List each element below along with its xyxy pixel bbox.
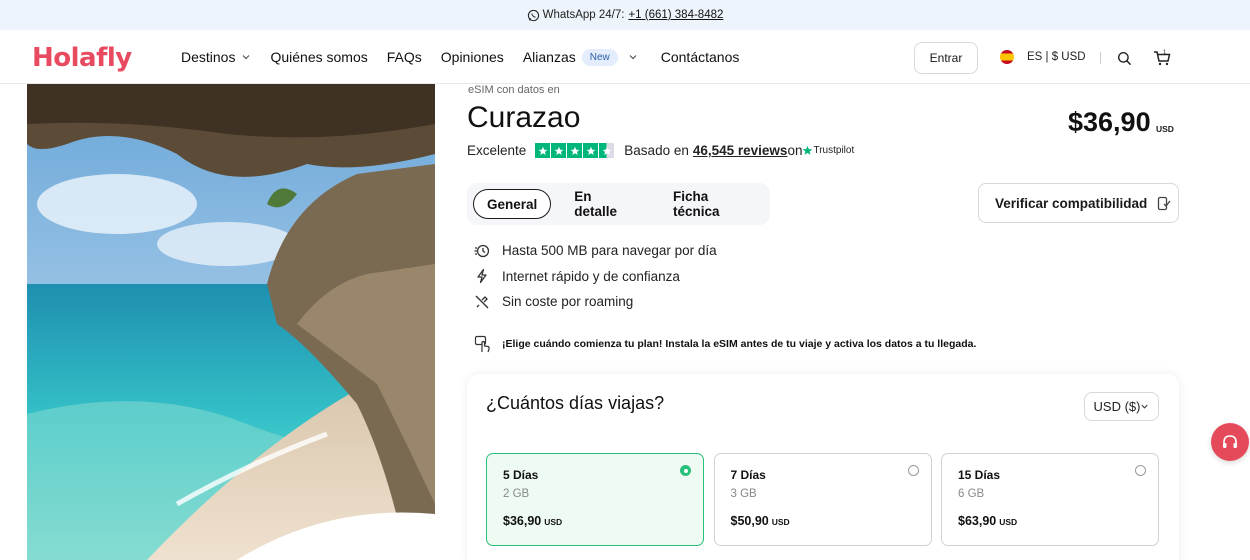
plan-price-currency: USD xyxy=(544,517,563,527)
headset-icon xyxy=(1223,435,1237,448)
currency-select-value: USD ($) xyxy=(1093,399,1141,414)
star-icon xyxy=(583,143,598,158)
nav-label: Alianzas xyxy=(522,49,576,65)
rating-text: Basado en xyxy=(624,143,689,158)
feature-list: Hasta 500 MB para navegar por día Intern… xyxy=(474,238,717,315)
whatsapp-label: WhatsApp 24/7: xyxy=(542,9,625,21)
feature-text: Internet rápido y de confianza xyxy=(502,268,680,284)
promo-bar: WhatsApp 24/7: +1 (661) 384-8482 xyxy=(0,0,1250,30)
language-currency-selector[interactable]: ES | $ USD xyxy=(1000,50,1086,64)
phone-link[interactable]: +1 (661) 384-8482 xyxy=(628,9,723,21)
star-icon xyxy=(551,143,566,158)
plan-option-7-dias[interactable]: 7 Días 3 GB $50,90 USD xyxy=(713,453,932,546)
trustpilot-label: Trustpilot xyxy=(813,145,855,156)
main-navigation: Holafly Destinos Quiénes somos FAQs Opin… xyxy=(0,30,1250,84)
product-price: $36,90 xyxy=(1068,107,1151,137)
trustpilot-rating: Excelente Basado en 46,545 reviews on Tr… xyxy=(467,143,854,158)
lightning-icon xyxy=(477,269,487,284)
feature-item: Sin coste por roaming xyxy=(474,289,717,315)
feature-item: Hasta 500 MB para navegar por día xyxy=(474,238,717,264)
plan-options: 5 Días 2 GB $36,90 USD 7 Días 3 GB $50,90… xyxy=(486,453,1169,546)
trustpilot-star-icon xyxy=(803,145,813,155)
star-icon xyxy=(567,143,582,158)
plan-data: 6 GB xyxy=(958,488,985,500)
half-star-icon xyxy=(599,143,614,158)
plan-selector-card: ¿Cuántos días viajas? USD ($) 5 Días 2 G… xyxy=(467,374,1179,560)
rating-stars xyxy=(535,143,615,158)
plan-price: $50,90 USD xyxy=(731,514,790,528)
days-question: ¿Cuántos días viajas? xyxy=(486,393,665,413)
plan-radio-selected[interactable] xyxy=(680,465,691,476)
nav-item-destinos[interactable]: Destinos xyxy=(181,49,251,65)
plan-option-5-dias[interactable]: 5 Días 2 GB $36,90 USD xyxy=(486,453,704,546)
lang-currency-label: ES | $ USD xyxy=(1027,51,1086,63)
spain-flag-icon xyxy=(1000,50,1014,64)
plan-option-15-dias[interactable]: 15 Días 6 GB $63,90 USD xyxy=(941,453,1159,546)
cart-icon[interactable]: 1 xyxy=(1153,49,1171,67)
nav-label: Destinos xyxy=(181,49,236,65)
plan-name: 15 Días xyxy=(958,468,1001,482)
nav-label: FAQs xyxy=(386,49,422,65)
plan-price-currency: USD xyxy=(999,517,1018,527)
notice-text: ¡Elige cuándo comienza tu plan! Instala … xyxy=(502,338,977,350)
plan-price-value: $63,90 xyxy=(958,514,997,528)
search-icon[interactable] xyxy=(1117,51,1132,66)
login-button[interactable]: Entrar xyxy=(914,42,978,74)
nav-label: Quiénes somos xyxy=(270,49,368,65)
nav-item-alianzas[interactable]: Alianzas New xyxy=(522,48,638,66)
phone-check-icon xyxy=(1158,196,1171,210)
price-currency: USD xyxy=(1156,124,1174,134)
nav-label: Contáctanos xyxy=(660,49,740,65)
plan-radio[interactable] xyxy=(1135,465,1146,476)
feature-item: Internet rápido y de confianza xyxy=(474,264,717,290)
whatsapp-icon xyxy=(527,9,539,21)
product-title: Curazao xyxy=(467,101,581,134)
rating-label: Excelente xyxy=(467,143,527,158)
nav-item-opiniones[interactable]: Opiniones xyxy=(441,49,504,65)
plan-price-value: $50,90 xyxy=(730,514,769,528)
plan-name: 7 Días xyxy=(730,468,766,482)
plan-data: 3 GB xyxy=(730,488,757,500)
chevron-down-icon xyxy=(629,55,637,60)
clock-icon xyxy=(474,244,490,257)
nav-item-quienes-somos[interactable]: Quiénes somos xyxy=(270,49,367,65)
nav-label: Opiniones xyxy=(440,49,504,65)
plan-data: 2 GB xyxy=(503,488,530,500)
new-badge: New xyxy=(581,48,618,66)
tab-ficha-tecnica[interactable]: Ficha técnica xyxy=(660,189,770,219)
plan-price: $36,90 USD xyxy=(503,514,562,528)
divider xyxy=(1100,52,1101,64)
nav-item-faqs[interactable]: FAQs xyxy=(387,49,422,65)
product-subtitle: eSIM con datos en xyxy=(468,84,560,96)
feature-text: Hasta 500 MB para navegar por día xyxy=(502,243,717,259)
plan-price: $63,90 USD xyxy=(958,514,1017,528)
holafly-logo[interactable]: Holafly xyxy=(32,43,132,73)
activation-notice: ¡Elige cuándo comienza tu plan! Instala … xyxy=(474,335,976,353)
tab-general[interactable]: General xyxy=(473,189,552,219)
star-icon xyxy=(535,143,550,158)
on-text: on xyxy=(787,143,803,158)
verify-compatibility-button[interactable]: Verificar compatibilidad xyxy=(978,183,1179,223)
no-roaming-icon xyxy=(475,295,489,309)
plan-radio[interactable] xyxy=(907,465,919,476)
tab-en-detalle[interactable]: En detalle xyxy=(561,189,650,219)
reviews-link[interactable]: 46,545 reviews xyxy=(693,143,788,158)
trustpilot-logo: Trustpilot xyxy=(802,145,854,156)
chevron-down-icon xyxy=(1141,404,1149,409)
destination-image xyxy=(27,84,435,560)
chevron-down-icon xyxy=(243,55,250,60)
support-chat-button[interactable] xyxy=(1211,423,1249,461)
plan-name: 5 Días xyxy=(503,468,539,482)
plan-price-value: $36,90 xyxy=(503,514,542,528)
plan-price-currency: USD xyxy=(771,517,790,527)
currency-select[interactable]: USD ($) xyxy=(1084,392,1159,421)
tap-hand-icon xyxy=(474,335,490,353)
nav-item-contactanos[interactable]: Contáctanos xyxy=(661,49,740,65)
feature-text: Sin coste por roaming xyxy=(502,294,634,310)
verify-label: Verificar compatibilidad xyxy=(995,195,1148,211)
nav-menu: Destinos Quiénes somos FAQs Opiniones Al… xyxy=(181,30,758,84)
product-tabs: General En detalle Ficha técnica xyxy=(467,183,770,225)
